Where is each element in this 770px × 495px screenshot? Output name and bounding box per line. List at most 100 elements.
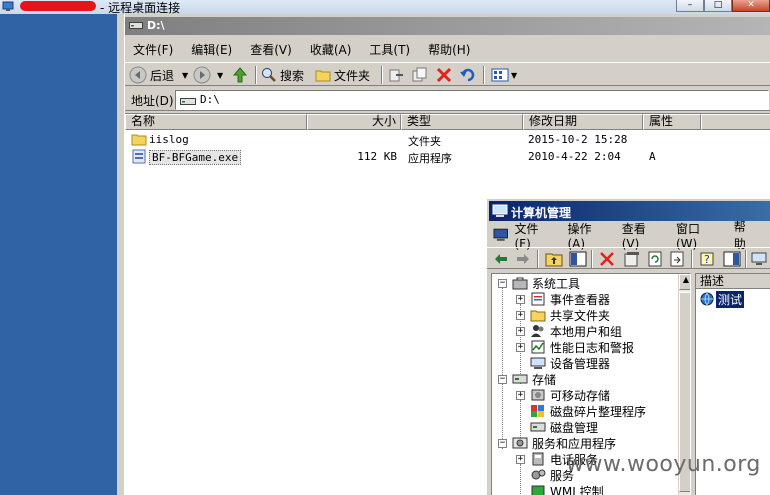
move-to-button[interactable] <box>387 65 405 85</box>
delete-button[interactable] <box>435 65 453 85</box>
toolbar-separator <box>745 250 747 268</box>
menu-file[interactable]: 文件(F) <box>133 40 173 60</box>
column-header-name[interactable]: 名称 <box>125 114 307 130</box>
collapse-toggle[interactable]: − <box>498 438 507 448</box>
delete-x-icon <box>436 67 452 83</box>
forward-arrow-icon[interactable] <box>515 251 531 267</box>
desktop-background <box>0 14 122 495</box>
telephony-icon <box>532 452 544 466</box>
file-type: 文件夹 <box>408 135 441 148</box>
tree-item-label: 共享文件夹 <box>550 308 611 323</box>
copy-to-button[interactable] <box>411 65 429 85</box>
cm-menu-window[interactable]: 窗口(W) <box>676 220 720 251</box>
menu-help[interactable]: 帮助(H) <box>428 40 470 60</box>
tree-item-wmi-control[interactable]: WMI 控制 <box>530 483 604 495</box>
search-button[interactable]: 搜索 <box>261 65 304 85</box>
tree-item-event-viewer[interactable]: + 事件查看器 <box>516 291 610 307</box>
views-button[interactable]: ▼ <box>491 65 517 85</box>
up-level-icon[interactable] <box>545 251 563 267</box>
tree-item-performance-logs[interactable]: + 性能日志和警报 <box>516 339 634 355</box>
expand-toggle[interactable]: + <box>516 326 525 336</box>
expand-toggle[interactable]: + <box>516 294 525 304</box>
cm-menu-action[interactable]: 操作(A) <box>567 220 607 251</box>
copy-to-icon <box>412 67 427 82</box>
search-label: 搜索 <box>280 68 305 83</box>
file-attributes: A <box>649 150 656 163</box>
expand-toggle[interactable]: + <box>516 390 525 400</box>
column-header-size[interactable]: 大小 <box>307 114 401 130</box>
delete-x-icon[interactable] <box>599 251 615 267</box>
maximize-button[interactable]: □ <box>704 0 732 12</box>
folders-button[interactable]: 文件夹 <box>315 65 370 85</box>
collapse-toggle[interactable]: − <box>498 278 507 288</box>
expand-toggle[interactable]: + <box>516 342 525 352</box>
forward-dropdown-icon[interactable]: ▼ <box>217 71 223 80</box>
tree-item-disk-defragmenter[interactable]: 磁盘碎片整理程序 <box>530 403 646 419</box>
collapse-toggle[interactable]: − <box>498 374 507 384</box>
tree-item-label: 磁盘管理 <box>550 420 599 435</box>
tree-connector <box>520 464 521 495</box>
address-value: D:\ <box>200 93 220 106</box>
tree-item-device-manager[interactable]: 设备管理器 <box>530 355 610 371</box>
folder-icon <box>315 70 331 82</box>
computer-icon[interactable] <box>751 251 767 267</box>
column-header-modified[interactable]: 修改日期 <box>523 114 643 130</box>
redacted-host-name <box>20 1 96 11</box>
watermark-text: www.wooyun.org <box>566 452 761 477</box>
menu-edit[interactable]: 编辑(E) <box>191 40 232 60</box>
properties-icon[interactable] <box>623 251 641 267</box>
tree-item-shared-folders[interactable]: + 共享文件夹 <box>516 307 610 323</box>
back-label: 后退 <box>150 68 175 83</box>
close-button[interactable]: ✕ <box>732 0 770 12</box>
views-dropdown-icon[interactable]: ▼ <box>511 71 517 80</box>
forward-arrow-icon <box>193 66 211 84</box>
computer-icon <box>492 204 508 217</box>
details-list-item[interactable]: 测试 <box>700 290 745 308</box>
file-name: BF-BFGame.exe <box>149 150 242 165</box>
shared-folder-icon <box>530 310 546 322</box>
back-arrow-icon[interactable] <box>493 251 509 267</box>
export-list-icon[interactable] <box>669 251 685 267</box>
file-row[interactable]: BF-BFGame.exe 112 KB 应用程序 2010-4-22 2:04… <box>125 148 770 165</box>
scroll-up-arrow-icon[interactable]: ▲ <box>679 274 690 290</box>
removable-storage-icon <box>531 389 545 401</box>
help-icon[interactable]: ? <box>699 251 717 267</box>
column-header-type[interactable]: 类型 <box>401 114 523 130</box>
menu-view[interactable]: 查看(V) <box>250 40 292 60</box>
address-input[interactable]: D:\ <box>175 90 769 110</box>
tree-item-removable-storage[interactable]: + 可移动存储 <box>516 387 610 403</box>
undo-button[interactable] <box>459 65 477 85</box>
back-arrow-icon <box>129 66 147 84</box>
services-apps-icon <box>512 437 528 449</box>
toolbar-separator <box>691 250 693 268</box>
refresh-icon[interactable] <box>647 251 663 267</box>
forward-button[interactable]: ▼ <box>193 65 223 85</box>
folders-label: 文件夹 <box>334 68 371 83</box>
back-dropdown-icon[interactable]: ▼ <box>182 71 188 80</box>
file-modified: 2015-10-2 15:28 <box>528 133 628 146</box>
cm-menu-file[interactable]: 文件(F) <box>514 220 553 251</box>
expand-toggle[interactable]: + <box>516 310 525 320</box>
tree-item-storage[interactable]: − 存储 <box>498 371 556 387</box>
tree-item-disk-management[interactable]: 磁盘管理 <box>530 419 598 435</box>
expand-toggle[interactable]: + <box>516 454 525 464</box>
tree-item-local-users-groups[interactable]: + 本地用户和组 <box>516 323 622 339</box>
menu-favorites[interactable]: 收藏(A) <box>310 40 352 60</box>
tree-item-services-applications[interactable]: − 服务和应用程序 <box>498 435 616 451</box>
file-name: iislog <box>149 133 189 146</box>
cm-menu-view[interactable]: 查看(V) <box>622 220 662 251</box>
show-hide-tree-icon[interactable] <box>569 251 587 267</box>
file-row[interactable]: iislog 文件夹 2015-10-2 15:28 <box>125 131 770 148</box>
tree-item-system-tools[interactable]: − 系统工具 <box>498 275 580 291</box>
up-folder-button[interactable] <box>231 65 249 85</box>
tree-item-label: 服务和应用程序 <box>532 436 617 451</box>
back-button[interactable]: 后退 ▼ <box>129 65 188 85</box>
column-header-description[interactable]: 描述 <box>696 274 770 289</box>
disk-management-icon <box>530 422 546 432</box>
details-item-label: 测试 <box>716 290 745 308</box>
action-pane-icon[interactable] <box>723 251 741 267</box>
menu-tools[interactable]: 工具(T) <box>369 40 410 60</box>
minimize-button[interactable]: – <box>676 0 704 12</box>
column-header-attributes[interactable]: 属性 <box>643 114 701 130</box>
tree-item-label: WMI 控制 <box>550 484 604 495</box>
